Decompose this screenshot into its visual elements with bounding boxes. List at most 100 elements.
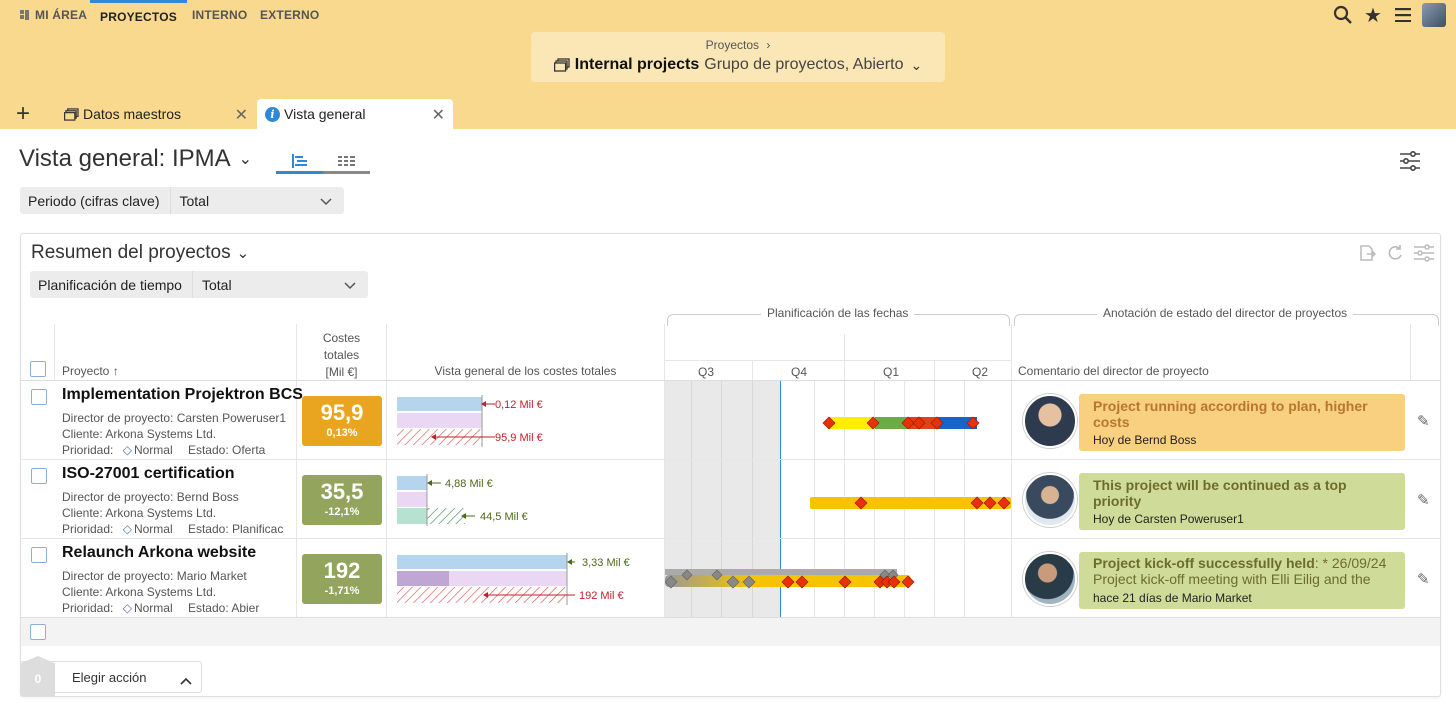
settings-sliders-icon[interactable]	[1414, 244, 1434, 262]
nav-label: EXTERNO	[260, 8, 320, 22]
period-label: Periodo (cifras clave)	[20, 187, 171, 214]
time-planning-select[interactable]: Planificación de tiempo Total	[30, 271, 368, 298]
row-checkbox-empty[interactable]	[30, 624, 46, 640]
director-avatar	[1023, 394, 1077, 448]
project-name[interactable]: Implementation Projektron BCS	[62, 386, 303, 404]
grid-view-icon[interactable]	[323, 151, 370, 174]
close-icon[interactable]: ✕	[235, 105, 248, 125]
breadcrumb: Proyectos › Internal projects Grupo de p…	[531, 32, 945, 82]
row-checkbox[interactable]	[31, 547, 47, 563]
nav-label: MI ÁREA	[35, 8, 88, 22]
close-icon[interactable]: ✕	[432, 105, 445, 125]
row-checkbox[interactable]	[31, 468, 47, 484]
nav-label: PROYECTOS	[100, 9, 177, 24]
page-title[interactable]: Vista general: IPMA ⌄	[19, 145, 252, 173]
project-name[interactable]: ISO-27001 certification	[62, 465, 235, 483]
select-all-checkbox[interactable]	[30, 361, 46, 377]
project-summary-card: Resumen del proyectos ⌄ Planificación de…	[20, 233, 1441, 697]
status-note[interactable]: Project kick-off successfully held: * 26…	[1079, 552, 1405, 609]
selection-count-badge: 0	[21, 656, 55, 696]
diamond-icon: ◇	[122, 522, 132, 536]
chevron-down-icon	[320, 193, 344, 209]
tab-label: Datos maestros	[83, 106, 182, 122]
gantt-view-icon[interactable]	[276, 151, 323, 174]
cost-bar-label: 0,12 Mil €	[495, 399, 543, 411]
cost-bar-label: 95,9 Mil €	[495, 432, 543, 444]
cost-bar-label: 192 Mil €	[579, 590, 624, 602]
plan-value: Total	[201, 276, 232, 293]
view-toggle	[276, 151, 370, 174]
cost-kpi-badge: 35,5 -12,1%	[302, 475, 382, 525]
director-avatar	[1023, 473, 1077, 527]
cost-kpi-badge: 95,9 0,13%	[302, 396, 382, 446]
tab-bar: + Datos maestros ✕ i Vista general ✕	[0, 99, 1456, 129]
chevron-down-icon	[344, 277, 368, 293]
project-director: Director de proyecto: Bernd Boss	[62, 490, 239, 504]
tab-datos-maestros[interactable]: Datos maestros ✕	[56, 99, 256, 129]
project-priority-status: Prioridad: ◇ Normal Estado: Abier	[62, 601, 260, 615]
project-director: Director de proyecto: Mario Market	[62, 569, 247, 583]
top-bar: MI ÁREA PROYECTOS INTERNO EXTERNO ★ Proy…	[0, 0, 1456, 100]
period-value: Total	[179, 192, 210, 209]
nav-proyectos[interactable]: PROYECTOS	[90, 0, 187, 30]
breadcrumb-title: Internal projects	[574, 56, 700, 73]
tab-label: Vista general	[284, 106, 366, 122]
edit-icon[interactable]: ✎	[1417, 570, 1430, 588]
nav-mi-area[interactable]: MI ÁREA	[20, 0, 87, 30]
add-tab-icon[interactable]: +	[16, 102, 30, 126]
cost-bar-label: 3,33 Mil €	[582, 557, 630, 569]
top-icons: ★	[1328, 0, 1456, 30]
star-icon[interactable]: ★	[1358, 0, 1388, 30]
search-icon[interactable]	[1328, 0, 1358, 30]
card-tools	[1358, 244, 1434, 262]
project-priority-status: Prioridad: ◇ Normal Estado: Oferta	[62, 443, 266, 457]
nav-externo[interactable]: EXTERNO	[260, 0, 319, 30]
column-header-comment: Comentario del director de proyecto	[1018, 364, 1209, 378]
menu-icon[interactable]	[1388, 0, 1418, 30]
column-header-project[interactable]: Proyecto ↑	[62, 364, 119, 378]
planning-group-header: Planificación de las fechas	[761, 306, 915, 320]
column-header-costs[interactable]: Costes totales [Mil €]	[297, 330, 386, 381]
project-client: Cliente: Arkona Systems Ltd.	[62, 427, 217, 441]
cost-overview-bars	[397, 395, 495, 447]
user-avatar[interactable]	[1422, 3, 1446, 27]
settings-sliders-icon[interactable]	[1400, 150, 1420, 176]
project-name[interactable]: Relaunch Arkona website	[62, 544, 256, 562]
chevron-down-icon: ⌄	[910, 56, 923, 73]
action-label: Elegir acción	[72, 669, 147, 685]
diamond-icon: ◇	[122, 443, 132, 457]
cost-bar-label: 4,88 Mil €	[445, 478, 493, 490]
project-client: Cliente: Arkona Systems Ltd.	[62, 506, 217, 520]
column-header-cost-overview: Vista general de los costes totales	[434, 364, 617, 378]
export-icon[interactable]	[1358, 244, 1376, 262]
chevron-up-icon	[180, 673, 192, 688]
cost-bar-label: 44,5 Mil €	[480, 511, 528, 523]
breadcrumb-subtitle: Grupo de proyectos, Abierto	[704, 56, 904, 73]
nav-label: INTERNO	[192, 8, 248, 22]
quarter-label: Q3	[698, 365, 715, 379]
row-checkbox[interactable]	[31, 389, 47, 405]
period-select[interactable]: Periodo (cifras clave) Total	[20, 187, 344, 214]
edit-icon[interactable]: ✎	[1417, 491, 1430, 509]
choose-action-select[interactable]: 0 Elegir acción	[20, 656, 202, 696]
diamond-icon: ◇	[122, 601, 132, 615]
cost-kpi-badge: 192 -1,71%	[302, 554, 382, 604]
status-note[interactable]: This project will be continued as a top …	[1079, 473, 1405, 530]
card-title[interactable]: Resumen del proyectos ⌄	[31, 242, 249, 264]
project-group-icon	[553, 58, 570, 72]
plan-label: Planificación de tiempo	[30, 271, 193, 298]
gantt-timeline	[810, 496, 1011, 510]
chevron-down-icon: ⌄	[238, 151, 253, 168]
refresh-icon[interactable]	[1386, 244, 1404, 262]
gantt-timeline	[665, 569, 915, 589]
quarter-label: Q2	[972, 365, 989, 379]
chevron-down-icon: ⌄	[236, 245, 250, 262]
nav-interno[interactable]: INTERNO	[192, 0, 247, 30]
tab-vista-general[interactable]: i Vista general ✕	[257, 99, 453, 129]
status-note[interactable]: Project running according to plan, highe…	[1079, 394, 1405, 451]
quarter-label: Q4	[791, 365, 808, 379]
edit-icon[interactable]: ✎	[1417, 412, 1430, 430]
breadcrumb-parent[interactable]: Proyectos ›	[531, 38, 945, 52]
breadcrumb-current[interactable]: Internal projects Grupo de proyectos, Ab…	[531, 56, 945, 74]
dashboard-icon	[20, 10, 30, 20]
